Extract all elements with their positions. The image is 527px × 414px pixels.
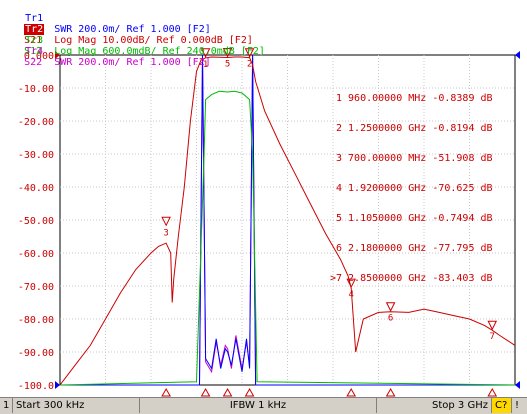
marker-row: >7 2.8500000 GHz -83.403 dB	[329, 273, 493, 284]
ref-arrow-right	[515, 51, 520, 59]
marker-7-stimulus	[487, 387, 498, 397]
marker-3-stimulus	[161, 387, 171, 397]
ifbw-setting[interactable]: IFBW 1 kHz	[140, 398, 377, 413]
ref-arrow-bottom-left	[55, 381, 60, 389]
start-frequency[interactable]: Start 300 kHz	[13, 398, 140, 413]
marker-6-stimulus	[385, 387, 396, 397]
stop-frequency[interactable]: Stop 3 GHz	[377, 398, 492, 413]
status-bar: 1 Start 300 kHz IFBW 1 kHz Stop 3 GHz C?…	[0, 397, 527, 414]
marker-2-label: 2	[247, 60, 252, 70]
y-tick-label: -10.00	[18, 84, 54, 95]
warning-indicator[interactable]: !	[512, 398, 524, 413]
marker-4-stimulus	[346, 387, 357, 397]
y-tick-label: -70.00	[18, 282, 54, 293]
trace-desc-tr4: S22 SWR 200.0m/ Ref 1.000 [F2]	[24, 57, 211, 68]
marker-6-label: 6	[388, 314, 393, 324]
trace-header-tr2[interactable]: Tr2 S21 Log Mag 10.00dB/ Ref 0.000dB [F2…	[0, 13, 253, 46]
y-tick-label: -50.00	[18, 216, 54, 227]
marker-table: 1 960.00000 MHz -0.8389 dB 2 1.2500000 G…	[318, 74, 493, 304]
marker-5-label: 5	[225, 59, 230, 69]
marker-row: 1 960.00000 MHz -0.8389 dB	[335, 93, 493, 104]
marker-1-stimulus	[200, 387, 211, 397]
y-tick-label: -90.00	[18, 348, 54, 359]
vna-window: 0.000 -10.00 -20.00 -30.00 -40.00 -50.00 -60.0…	[0, 0, 527, 414]
y-tick-label: -60.00	[18, 249, 54, 260]
marker-2-stimulus	[244, 387, 255, 397]
marker-7-label: 7	[490, 332, 495, 342]
calibration-status[interactable]: C?	[492, 398, 512, 413]
trace-id-tr4: Tr4	[25, 46, 44, 57]
marker-row: 3 700.00000 MHz -51.908 dB	[335, 153, 493, 164]
y-tick-label: -40.00	[18, 183, 54, 194]
trace-header-tr3[interactable]: Tr3 S12 Log Mag 600.0mdB/ Ref 240.0mdB […	[0, 24, 265, 57]
y-tick-label: -30.00	[18, 150, 54, 161]
marker-row: 2 1.2500000 GHz -0.8194 dB	[335, 123, 493, 134]
marker-row: 6 2.1800000 GHz -77.795 dB	[335, 243, 493, 254]
marker-3-label: 3	[163, 228, 168, 238]
marker-row: 5 1.1050000 GHz -0.7494 dB	[335, 213, 493, 224]
trace-desc-tr3: S12 Log Mag 600.0mdB/ Ref 240.0mdB [F2]	[24, 46, 265, 57]
trace-header-tr1[interactable]: Tr1 S11 SWR 200.0m/ Ref 1.000 [F2]	[0, 2, 211, 35]
y-tick-label: -100.0	[18, 381, 54, 392]
marker-row: 4 1.9200000 GHz -70.625 dB	[335, 183, 493, 194]
ref-arrow-bottom-right	[515, 381, 520, 389]
y-tick-label: -80.00	[18, 315, 54, 326]
marker-5-stimulus	[222, 387, 233, 397]
trace-header-tr4[interactable]: Tr4 S22 SWR 200.0m/ Ref 1.000 [F2]	[0, 35, 211, 68]
y-tick-label: -20.00	[18, 117, 54, 128]
channel-indicator[interactable]: 1	[0, 398, 13, 413]
